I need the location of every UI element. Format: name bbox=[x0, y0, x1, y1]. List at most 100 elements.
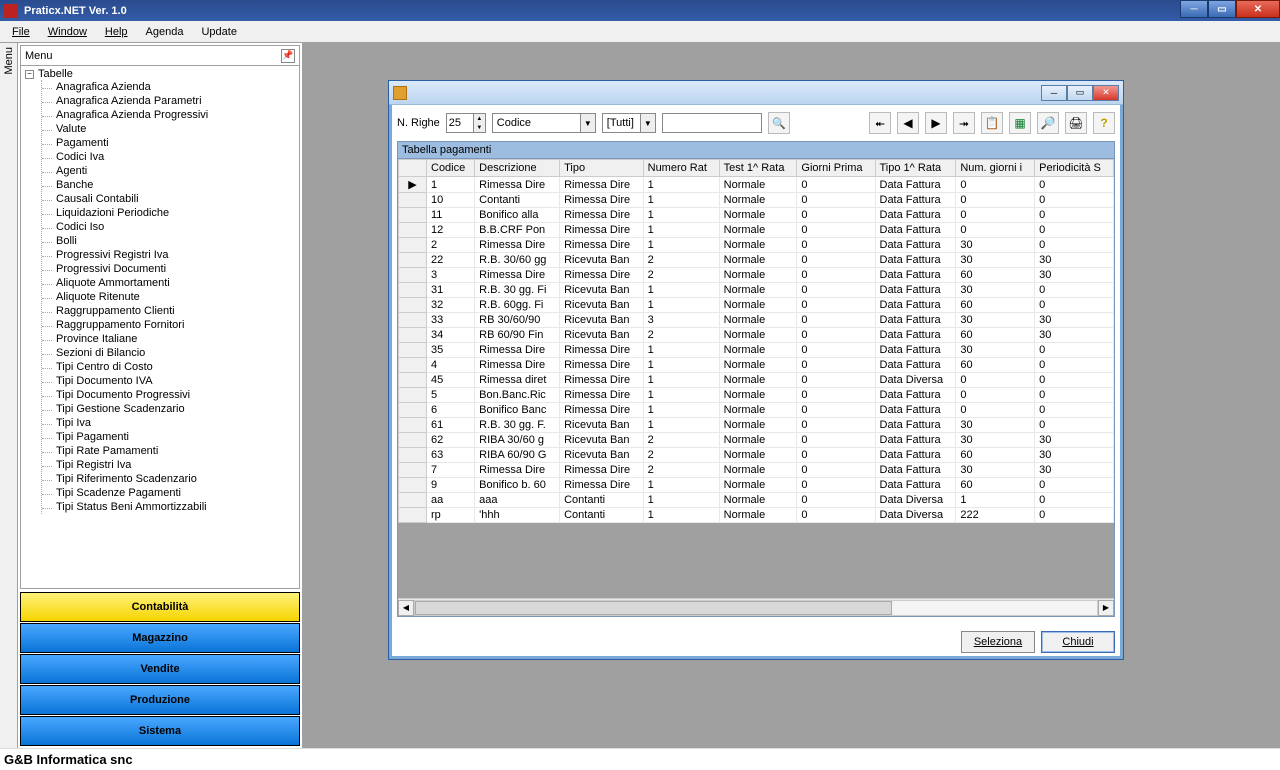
row-selector[interactable] bbox=[399, 223, 427, 238]
cell[interactable]: 0 bbox=[797, 433, 875, 448]
nav-button-magazzino[interactable]: Magazzino bbox=[20, 623, 300, 653]
cell[interactable]: 0 bbox=[797, 463, 875, 478]
cell[interactable]: 30 bbox=[1035, 268, 1114, 283]
tree-item[interactable]: Sezioni di Bilancio bbox=[56, 346, 297, 360]
cell[interactable]: Rimessa Dire bbox=[560, 193, 644, 208]
table-row[interactable]: 34RB 60/90 FinRicevuta Ban2Normale0Data … bbox=[399, 328, 1114, 343]
cell[interactable]: 1 bbox=[643, 388, 719, 403]
cell[interactable]: 1 bbox=[643, 508, 719, 523]
cell[interactable]: RB 30/60/90 bbox=[475, 313, 560, 328]
cell[interactable]: Rimessa Dire bbox=[475, 358, 560, 373]
tree-item[interactable]: Liquidazioni Periodiche bbox=[56, 206, 297, 220]
field-combo[interactable]: Codice ▼ bbox=[492, 113, 596, 133]
column-header[interactable]: Giorni Prima bbox=[797, 160, 875, 177]
tree-item[interactable]: Anagrafica Azienda Parametri bbox=[56, 94, 297, 108]
cell[interactable]: 1 bbox=[643, 177, 719, 193]
cell[interactable]: Normale bbox=[719, 463, 797, 478]
cell[interactable]: Data Fattura bbox=[875, 268, 956, 283]
search-input[interactable] bbox=[662, 113, 762, 133]
cell[interactable]: Normale bbox=[719, 478, 797, 493]
cell[interactable]: Bonifico alla bbox=[475, 208, 560, 223]
nav-button-sistema[interactable]: Sistema bbox=[20, 716, 300, 746]
cell[interactable]: Contanti bbox=[475, 193, 560, 208]
cell[interactable]: 0 bbox=[1035, 388, 1114, 403]
tree-item[interactable]: Progressivi Documenti bbox=[56, 262, 297, 276]
menu-agenda[interactable]: Agenda bbox=[138, 24, 192, 40]
cell[interactable]: 0 bbox=[797, 253, 875, 268]
cell[interactable]: 0 bbox=[1035, 223, 1114, 238]
column-header[interactable]: Tipo bbox=[560, 160, 644, 177]
cell[interactable]: Data Fattura bbox=[875, 358, 956, 373]
cell[interactable]: 0 bbox=[797, 358, 875, 373]
menu-update[interactable]: Update bbox=[193, 24, 244, 40]
table-row[interactable]: 12B.B.CRF PonRimessa Dire1Normale0Data F… bbox=[399, 223, 1114, 238]
cell[interactable]: Data Fattura bbox=[875, 328, 956, 343]
row-selector[interactable] bbox=[399, 313, 427, 328]
cell[interactable]: Normale bbox=[719, 418, 797, 433]
cell[interactable]: Normale bbox=[719, 313, 797, 328]
cell[interactable]: 7 bbox=[427, 463, 475, 478]
cell[interactable]: Normale bbox=[719, 448, 797, 463]
cell[interactable]: 1 bbox=[643, 478, 719, 493]
cell[interactable]: Data Fattura bbox=[875, 283, 956, 298]
cell[interactable]: Data Fattura bbox=[875, 223, 956, 238]
row-selector[interactable]: ▶ bbox=[399, 177, 427, 193]
scroll-right-icon[interactable]: ▶ bbox=[1098, 600, 1114, 616]
row-selector[interactable] bbox=[399, 358, 427, 373]
cell[interactable]: 0 bbox=[797, 403, 875, 418]
row-selector[interactable] bbox=[399, 298, 427, 313]
cell[interactable]: Data Fattura bbox=[875, 403, 956, 418]
cell[interactable]: Data Fattura bbox=[875, 238, 956, 253]
cell[interactable]: R.B. 30/60 gg bbox=[475, 253, 560, 268]
cell[interactable]: 30 bbox=[956, 418, 1035, 433]
cell[interactable]: 0 bbox=[797, 313, 875, 328]
cell[interactable]: 45 bbox=[427, 373, 475, 388]
nrighe-spinner[interactable]: ▲▼ bbox=[446, 113, 486, 133]
row-selector[interactable] bbox=[399, 343, 427, 358]
menu-window[interactable]: Window bbox=[40, 24, 95, 40]
collapse-icon[interactable]: − bbox=[25, 70, 34, 79]
cell[interactable]: 1 bbox=[643, 418, 719, 433]
cell[interactable]: 0 bbox=[1035, 478, 1114, 493]
tree-item[interactable]: Tipi Iva bbox=[56, 416, 297, 430]
cell[interactable]: 30 bbox=[1035, 253, 1114, 268]
cell[interactable]: 2 bbox=[643, 253, 719, 268]
table-row[interactable]: 7Rimessa DireRimessa Dire2Normale0Data F… bbox=[399, 463, 1114, 478]
print-button[interactable]: 🖨 bbox=[1065, 112, 1087, 134]
nrighe-input[interactable] bbox=[447, 117, 473, 129]
cell[interactable]: 1 bbox=[643, 493, 719, 508]
cell[interactable]: Data Fattura bbox=[875, 388, 956, 403]
cell[interactable]: Data Fattura bbox=[875, 343, 956, 358]
cell[interactable]: RIBA 30/60 g bbox=[475, 433, 560, 448]
tree-item[interactable]: Tipi Documento IVA bbox=[56, 374, 297, 388]
cell[interactable]: 0 bbox=[797, 388, 875, 403]
cell[interactable]: aa bbox=[427, 493, 475, 508]
cell[interactable]: 0 bbox=[1035, 403, 1114, 418]
cell[interactable]: Ricevuta Ban bbox=[560, 298, 644, 313]
row-selector[interactable] bbox=[399, 448, 427, 463]
tree-item[interactable]: Tipi Gestione Scadenzario bbox=[56, 402, 297, 416]
cell[interactable]: Normale bbox=[719, 373, 797, 388]
cell[interactable]: Normale bbox=[719, 328, 797, 343]
cell[interactable]: 1 bbox=[643, 343, 719, 358]
cell[interactable]: 30 bbox=[1035, 448, 1114, 463]
table-row[interactable]: ▶1Rimessa DireRimessa Dire1Normale0Data … bbox=[399, 177, 1114, 193]
tree-item[interactable]: Tipi Rate Pamamenti bbox=[56, 444, 297, 458]
cell[interactable]: 2 bbox=[643, 268, 719, 283]
menu-help[interactable]: Help bbox=[97, 24, 136, 40]
cell[interactable]: 31 bbox=[427, 283, 475, 298]
minimize-button[interactable]: ─ bbox=[1180, 0, 1208, 18]
cell[interactable]: Normale bbox=[719, 388, 797, 403]
cell[interactable]: 0 bbox=[1035, 358, 1114, 373]
cell[interactable]: Rimessa Dire bbox=[560, 223, 644, 238]
cell[interactable]: 32 bbox=[427, 298, 475, 313]
tree-item[interactable]: Bolli bbox=[56, 234, 297, 248]
row-selector[interactable] bbox=[399, 493, 427, 508]
tree-item[interactable]: Raggruppamento Clienti bbox=[56, 304, 297, 318]
cell[interactable]: 60 bbox=[956, 298, 1035, 313]
dialog-titlebar[interactable]: ─ ▭ ✕ bbox=[389, 81, 1123, 105]
row-selector[interactable] bbox=[399, 463, 427, 478]
cell[interactable]: 4 bbox=[427, 358, 475, 373]
cell[interactable]: R.B. 30 gg. F. bbox=[475, 418, 560, 433]
cell[interactable]: 0 bbox=[1035, 193, 1114, 208]
